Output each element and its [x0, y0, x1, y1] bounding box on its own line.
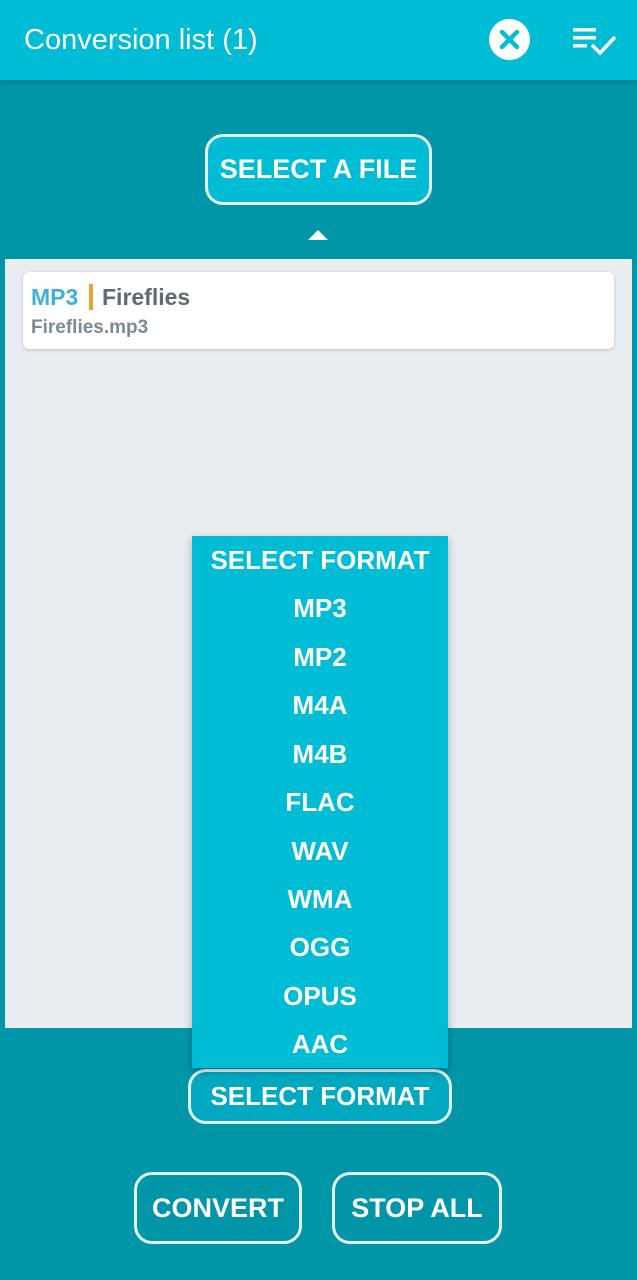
format-option-m4a[interactable]: M4A	[192, 681, 448, 729]
format-option-header[interactable]: SELECT FORMAT	[192, 536, 448, 584]
file-list-item[interactable]: MP3 Fireflies Fireflies.mp3	[23, 272, 614, 349]
select-file-button[interactable]: SELECT A FILE	[205, 134, 432, 205]
convert-button[interactable]: CONVERT	[134, 1172, 302, 1244]
format-option-ogg[interactable]: OGG	[192, 923, 448, 971]
stop-all-button[interactable]: STOP ALL	[332, 1172, 502, 1244]
file-separator	[89, 284, 93, 310]
select-format-button[interactable]: SELECT FORMAT	[188, 1069, 452, 1124]
close-button[interactable]	[489, 19, 530, 60]
format-option-mp3[interactable]: MP3	[192, 584, 448, 632]
format-option-wma[interactable]: WMA	[192, 875, 448, 923]
file-format-tag: MP3	[31, 284, 79, 310]
file-name: Fireflies.mp3	[31, 317, 149, 338]
app-header: Conversion list (1)	[0, 0, 637, 80]
select-all-button[interactable]	[570, 22, 618, 58]
format-dropdown-menu: SELECT FORMAT MP3 MP2 M4A M4B FLAC WAV W…	[192, 536, 448, 1068]
file-title: Fireflies	[102, 284, 191, 310]
close-icon	[499, 29, 520, 50]
page-title: Conversion list (1)	[24, 24, 258, 56]
format-option-wav[interactable]: WAV	[192, 827, 448, 875]
format-option-opus[interactable]: OPUS	[192, 972, 448, 1020]
caret-up-icon	[308, 230, 328, 240]
format-option-aac[interactable]: AAC	[192, 1020, 448, 1068]
format-option-flac[interactable]: FLAC	[192, 778, 448, 826]
format-option-m4b[interactable]: M4B	[192, 730, 448, 778]
playlist-check-icon	[573, 28, 617, 56]
format-option-mp2[interactable]: MP2	[192, 633, 448, 681]
